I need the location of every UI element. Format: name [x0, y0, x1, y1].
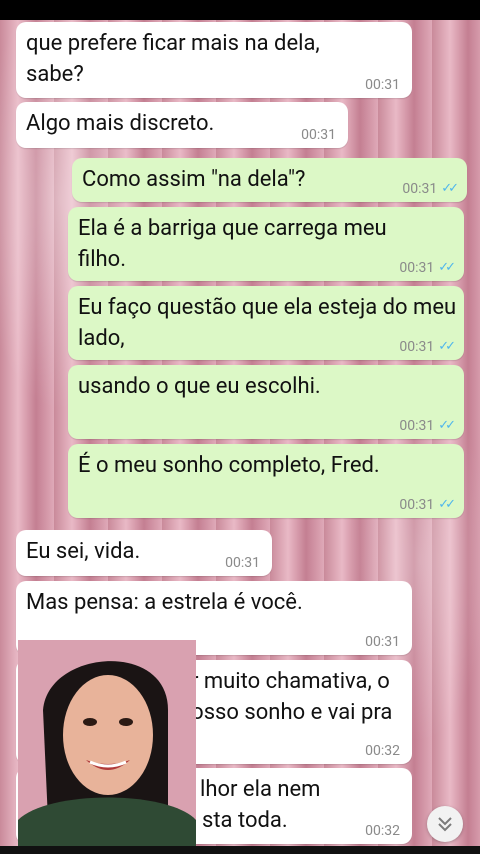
message-bubble-incoming[interactable]: que prefere ficar mais na dela, sabe? 00…	[16, 22, 412, 98]
status-bar	[0, 0, 480, 20]
message-bubble-outgoing[interactable]: usando o que eu escolhi. 00:31 ✓✓	[68, 365, 464, 439]
message-text: Como assim "na dela"?	[82, 167, 306, 192]
read-receipt-icon: ✓✓	[438, 339, 456, 354]
read-receipt-icon: ✓✓	[441, 181, 459, 196]
message-time: 00:31	[301, 127, 336, 143]
message-bubble-outgoing[interactable]: É o meu sonho completo, Fred. 00:31 ✓✓	[68, 444, 464, 518]
message-text: Ela é a barriga que carrega meu filho.	[78, 216, 387, 272]
read-receipt-icon: ✓✓	[438, 418, 456, 433]
message-text: usando o que eu escolhi.	[78, 374, 321, 399]
message-text: É o meu sonho completo, Fred.	[78, 453, 380, 478]
read-receipt-icon: ✓✓	[438, 260, 456, 275]
message-time: 00:31	[399, 339, 435, 355]
message-text-fragment: ar muito chamativa, o	[179, 669, 390, 694]
message-text-fragment: lhor ela nem	[200, 777, 321, 802]
message-time: 00:31	[399, 497, 435, 513]
message-text: Algo mais discreto.	[26, 111, 215, 136]
message-text-fragment: nosso sonho e vai pra	[179, 700, 393, 725]
message-time: 00:32	[365, 823, 400, 839]
person-figure	[18, 640, 196, 854]
message-time: 00:31	[399, 260, 435, 276]
message-text-fragment: sta toda.	[202, 808, 288, 833]
chat-screen: que prefere ficar mais na dela, sabe? 00…	[0, 0, 480, 854]
webcam-overlay	[18, 640, 196, 854]
message-bubble-incoming[interactable]: Algo mais discreto. 00:31	[16, 102, 348, 148]
message-time: 00:31	[365, 634, 400, 650]
message-bubble-outgoing[interactable]: Eu faço questão que ela esteja do meu la…	[68, 286, 464, 360]
message-time: 00:31	[225, 555, 260, 571]
message-time: 00:31	[402, 181, 438, 197]
message-text: Mas pensa: a estrela é você.	[26, 590, 303, 615]
chevron-double-down-icon	[438, 817, 452, 832]
bottom-bar	[0, 846, 480, 854]
message-bubble-outgoing[interactable]: Ela é a barriga que carrega meu filho. 0…	[68, 207, 464, 281]
read-receipt-icon: ✓✓	[438, 497, 456, 512]
message-time: 00:32	[365, 743, 400, 759]
message-time: 00:31	[365, 77, 400, 93]
message-time: 00:31	[399, 418, 435, 434]
message-text: que prefere ficar mais na dela, sabe?	[26, 31, 320, 87]
message-bubble-outgoing[interactable]: Como assim "na dela"? 00:31 ✓✓	[72, 158, 467, 202]
message-bubble-incoming[interactable]: Eu sei, vida. 00:31	[16, 530, 272, 576]
scroll-to-bottom-button[interactable]	[427, 806, 463, 842]
